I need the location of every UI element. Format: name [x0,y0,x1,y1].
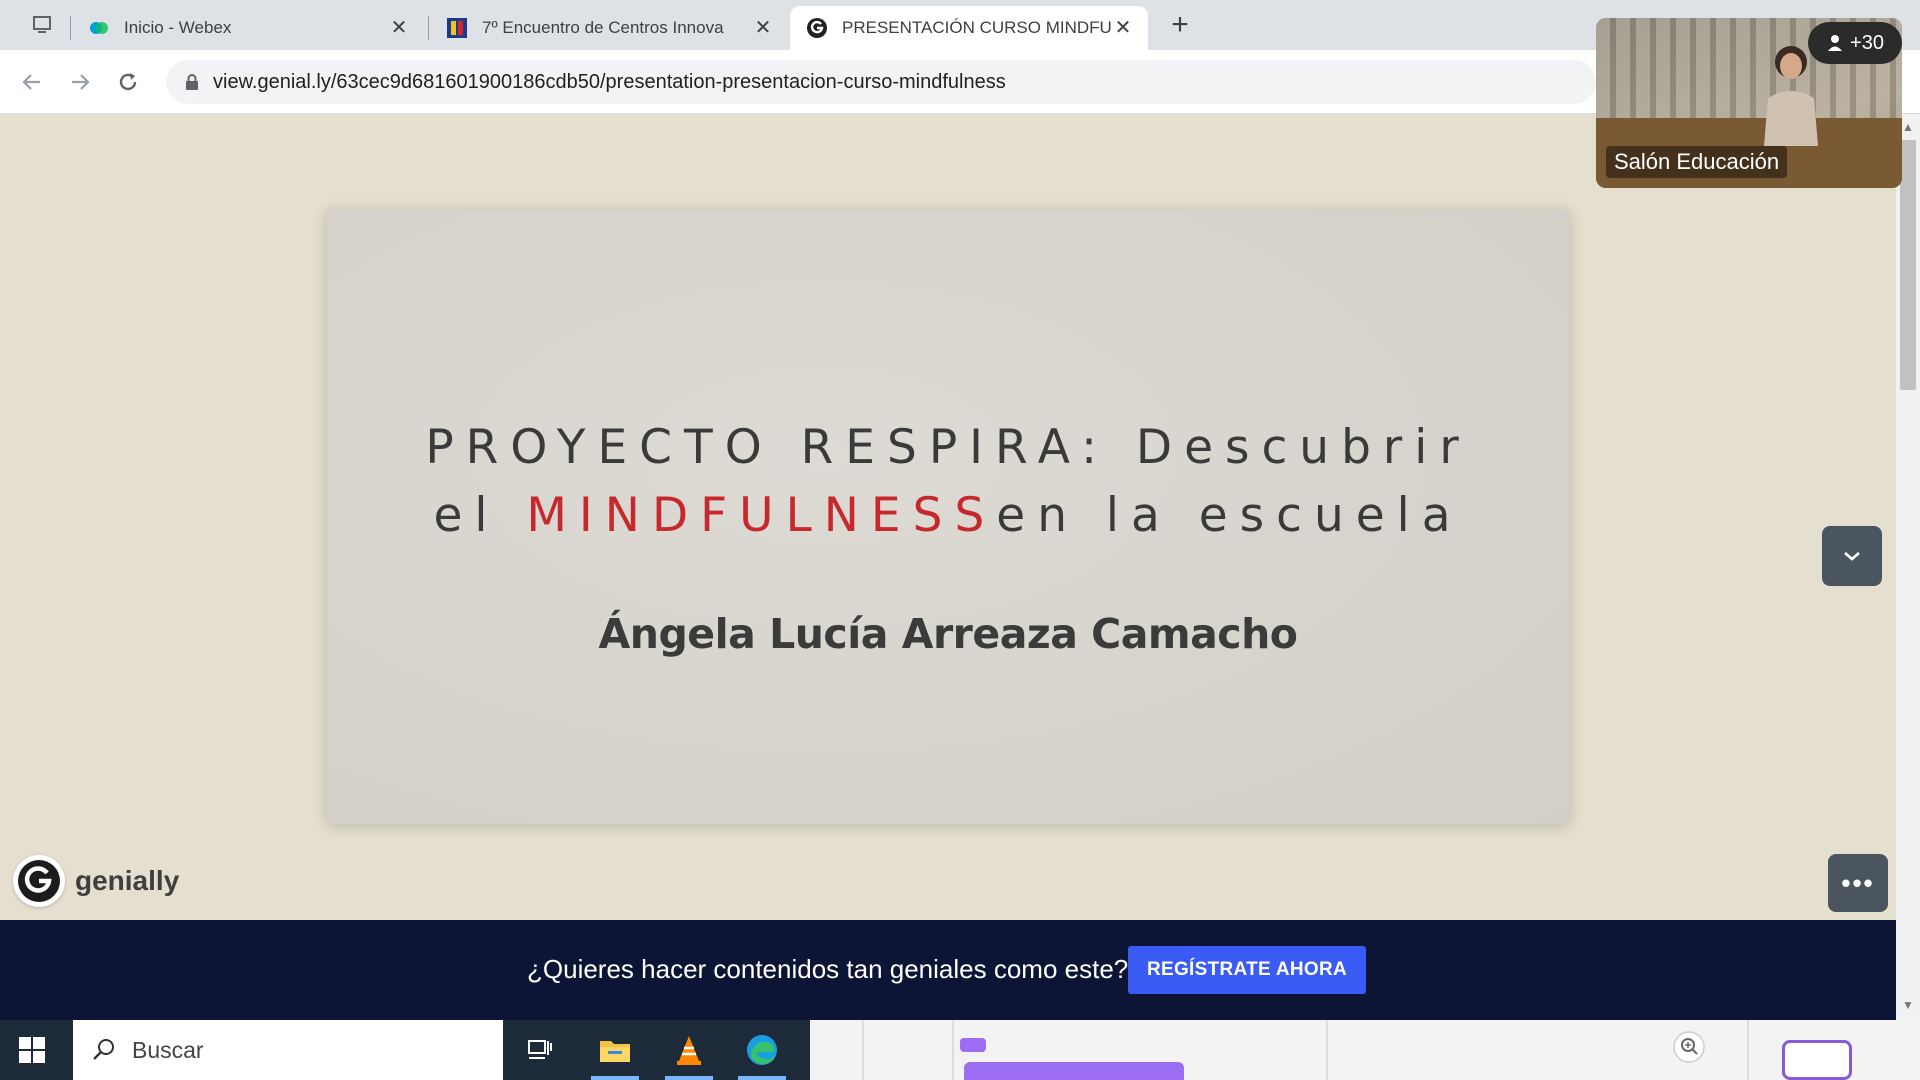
active-app-indicator [665,1076,713,1080]
genially-favicon-icon [806,17,828,39]
slide-title-line-2: el MINDFULNESSen la escuela [327,482,1569,550]
genially-wordmark: genially [75,865,180,896]
tab-search-button[interactable] [22,12,62,38]
task-view-button[interactable] [520,1030,560,1070]
signup-banner: ¿Quieres hacer contenidos tan geniales c… [0,920,1896,1020]
sprite-thumbnail[interactable] [1782,1040,1852,1080]
window-divider [1326,1020,1328,1080]
search-icon [93,1039,114,1060]
genially-logo-icon [13,855,65,907]
vlc-button[interactable] [669,1030,709,1070]
active-app-indicator [738,1076,786,1080]
tab-close-icon[interactable]: ✕ [752,17,774,39]
scrollbar-thumb[interactable] [1900,140,1916,390]
lock-icon [186,74,198,90]
webex-icon [88,17,110,39]
slide-title: PROYECTO RESPIRA: Descubrir el MINDFULNE… [327,414,1569,550]
chevron-down-icon [1844,552,1860,561]
screen: Inicio - Webex ✕ 7º Encuentro de Centros… [0,0,1920,1080]
address-bar[interactable]: view.genial.ly/63cec9d681601900186cdb50/… [166,60,1596,104]
tab-webex[interactable]: Inicio - Webex ✕ [72,6,424,50]
new-tab-icon[interactable]: + [1164,10,1196,42]
taskbar-search-box[interactable]: Buscar [73,1020,503,1080]
presentation-slide: PROYECTO RESPIRA: Descubrir el MINDFULNE… [327,210,1569,824]
register-now-button[interactable]: REGÍSTRATE AHORA [1128,946,1366,994]
tab-presentacion[interactable]: PRESENTACIÓN CURSO MINDFU ✕ [790,6,1148,50]
slide-title-suffix: en la escuela [996,488,1463,543]
active-app-indicator [591,1076,639,1080]
task-view-icon [528,1040,552,1059]
forward-arrow-icon [72,74,90,90]
presentation-page: PROYECTO RESPIRA: Descubrir el MINDFULNE… [0,114,1920,920]
tab-label: 7º Encuentro de Centros Innova [482,18,724,37]
back-button[interactable] [14,64,50,100]
person-icon [1828,35,1843,51]
zoom-in-icon[interactable] [1672,1030,1706,1064]
slide-title-highlight: MINDFULNESS [526,488,997,543]
tab-close-icon[interactable]: ✕ [388,17,410,39]
windows-taskbar: Buscar [0,1020,1920,1080]
participants-badge[interactable]: +30 [1808,22,1902,64]
next-slide-button[interactable] [1822,526,1882,586]
back-arrow-icon [22,74,40,90]
file-explorer-button[interactable] [595,1030,635,1070]
tab-separator [428,16,429,40]
slide-title-prefix: el [433,488,527,543]
banner-text: ¿Quieres hacer contenidos tan geniales c… [527,954,1129,984]
slide-title-line-1: PROYECTO RESPIRA: Descubrir [425,420,1471,475]
tab-search-icon [33,16,51,33]
edge-icon [747,1035,777,1065]
forward-button[interactable] [62,64,98,100]
video-room-name: Salón Educación [1606,146,1788,178]
scroll-up-arrow-icon[interactable]: ▲ [1902,120,1914,134]
folder-icon [600,1041,630,1062]
genially-logo[interactable]: genially [13,854,179,908]
vlc-cone-icon [677,1036,701,1065]
edge-browser-button[interactable] [742,1030,782,1070]
tab-encuentro[interactable]: 7º Encuentro de Centros Innova ✕ [430,6,788,50]
more-options-button[interactable]: ••• [1828,854,1888,912]
page-scrollbar[interactable]: ▲ ▼ [1896,114,1920,1020]
slide-author: Ángela Lucía Arreaza Camacho [598,610,1298,658]
window-divider [952,1020,954,1080]
windows-start-icon[interactable] [18,1036,46,1064]
scratch-block-icon [960,1038,986,1052]
taskbar-search-placeholder: Buscar [132,1037,204,1063]
url-text: view.genial.ly/63cec9d681601900186cdb50/… [213,71,1006,93]
window-divider [862,1020,864,1080]
tab-separator [70,16,71,40]
background-window-preview [810,1020,1920,1080]
participants-count: +30 [1850,31,1884,54]
tab-label: Inicio - Webex [124,18,232,37]
window-divider [1747,1020,1749,1080]
tab-label: PRESENTACIÓN CURSO MINDFU [842,18,1112,37]
more-dots-icon: ••• [1841,867,1875,898]
reload-icon [119,73,137,91]
scroll-down-arrow-icon[interactable]: ▼ [1902,998,1914,1012]
tab-close-icon[interactable]: ✕ [1112,17,1134,39]
reload-button[interactable] [110,64,146,100]
encuentro-favicon-icon [446,17,468,39]
scratch-block-icon [964,1062,1184,1080]
